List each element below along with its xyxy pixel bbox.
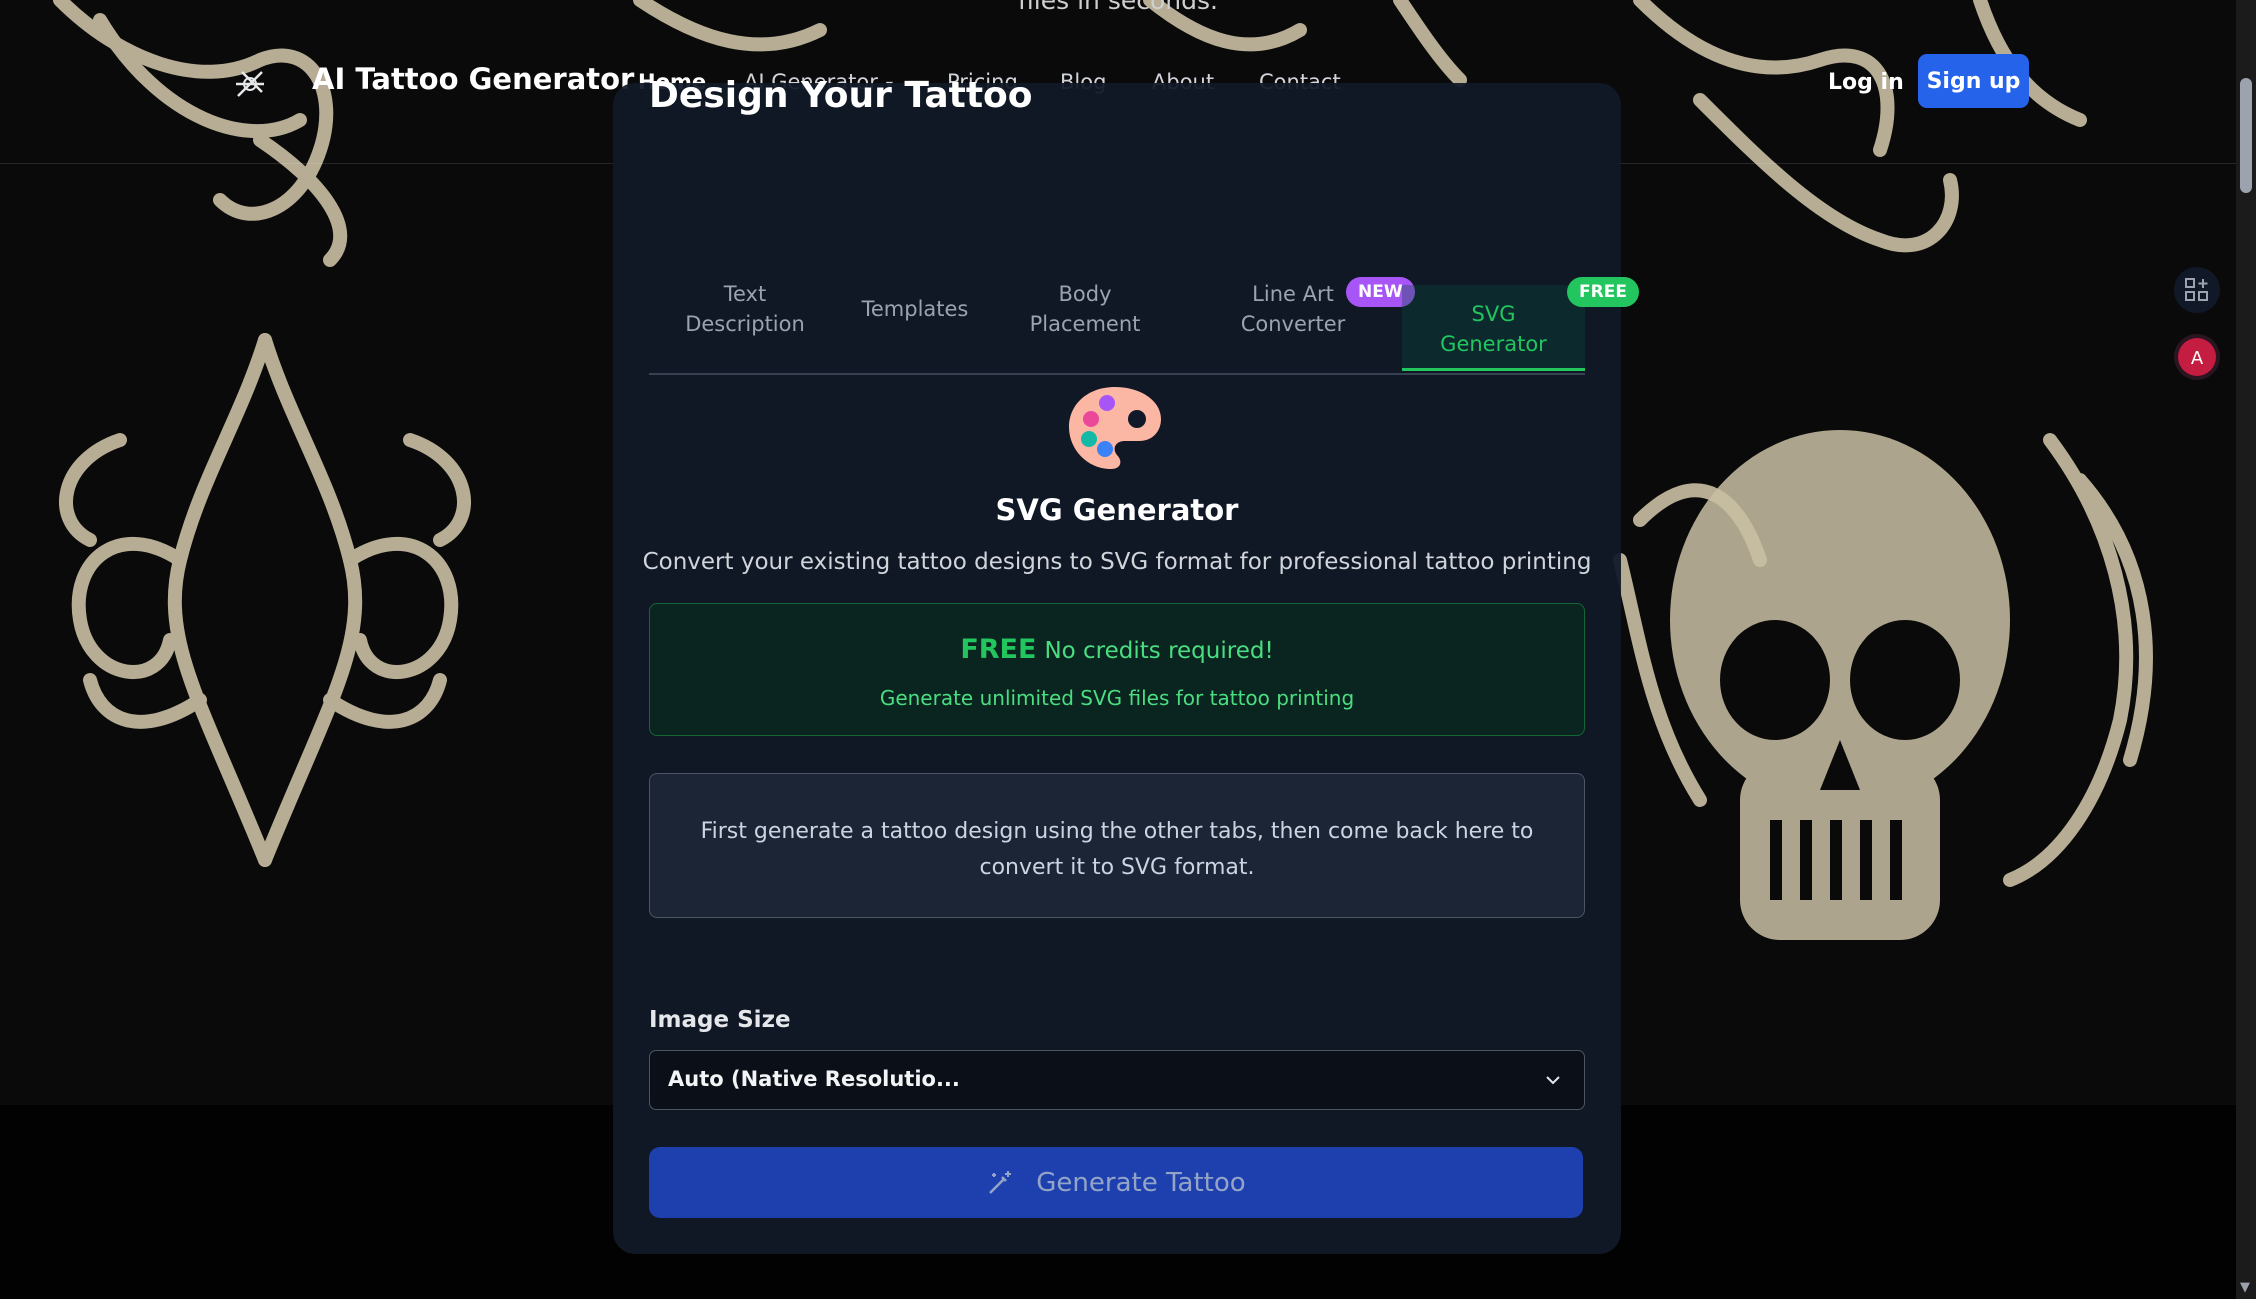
generate-tattoo-button[interactable]: Generate Tattoo — [649, 1147, 1583, 1218]
no-credits-text: No credits required! — [1044, 638, 1274, 664]
image-size-label: Image Size — [649, 1007, 791, 1033]
signup-button[interactable]: Sign up — [1918, 54, 2029, 108]
tab-label: Placement — [1029, 312, 1141, 336]
card-title: Design Your Tattoo — [649, 75, 1033, 116]
apps-icon — [2185, 278, 2208, 301]
hero-subtitle-fragment: files in seconds. — [1018, 0, 1218, 15]
image-size-select[interactable]: Auto (Native Resolutio... — [649, 1050, 1585, 1110]
logo-icon[interactable] — [232, 66, 268, 102]
info-box: First generate a tattoo design using the… — [649, 773, 1585, 918]
section-subtitle: Convert your existing tattoo designs to … — [642, 549, 1592, 575]
tab-body-placement[interactable]: Body Placement — [989, 279, 1181, 339]
tab-templates[interactable]: Templates — [841, 294, 989, 324]
tab-label: Body — [1058, 282, 1112, 306]
free-notice-box: FREE No credits required! Generate unlimi… — [649, 603, 1585, 736]
chevron-down-icon — [1546, 1076, 1560, 1085]
free-badge: FREE — [1567, 277, 1639, 307]
generate-button-label: Generate Tattoo — [1036, 1167, 1246, 1198]
page-scrollbar[interactable]: ▼ — [2236, 0, 2256, 1299]
scroll-down-arrow-icon[interactable]: ▼ — [2240, 1280, 2250, 1295]
tab-label: Templates — [861, 297, 969, 321]
tab-label: Converter — [1240, 312, 1346, 336]
magic-wand-icon — [989, 1170, 1012, 1194]
tab-label: Text — [723, 282, 767, 306]
svg-text:A: A — [2191, 348, 2204, 369]
tattoo-design-card: Design Your Tattoo Text Description Temp… — [613, 75, 1639, 1254]
tab-label: Description — [685, 312, 805, 336]
tab-svg-generator[interactable]: SVG Generator — [1402, 285, 1585, 371]
free-label: FREE — [960, 634, 1037, 665]
login-link[interactable]: Log in — [1828, 70, 1904, 95]
image-size-value: Auto (Native Resolutio... — [668, 1067, 960, 1091]
tab-label: Generator — [1440, 332, 1547, 356]
apps-button[interactable] — [2174, 267, 2220, 313]
palette-icon — [1069, 387, 1161, 469]
tab-label: SVG — [1471, 302, 1516, 326]
free-subtext: Generate unlimited SVG files for tattoo … — [879, 686, 1355, 710]
translate-icon: A — [2178, 338, 2216, 376]
free-line: FREE No credits required! — [650, 634, 1584, 665]
tab-text-description[interactable]: Text Description — [649, 279, 841, 339]
design-tabs: Text Description Templates Body Placemen… — [649, 219, 1639, 375]
scrollbar-thumb[interactable] — [2240, 78, 2252, 193]
brand-name[interactable]: AI Tattoo Generator — [312, 62, 634, 96]
section-title: SVG Generator — [995, 493, 1239, 527]
info-text: First generate a tattoo design using the… — [700, 819, 1534, 880]
translate-button[interactable]: A — [2174, 334, 2220, 380]
